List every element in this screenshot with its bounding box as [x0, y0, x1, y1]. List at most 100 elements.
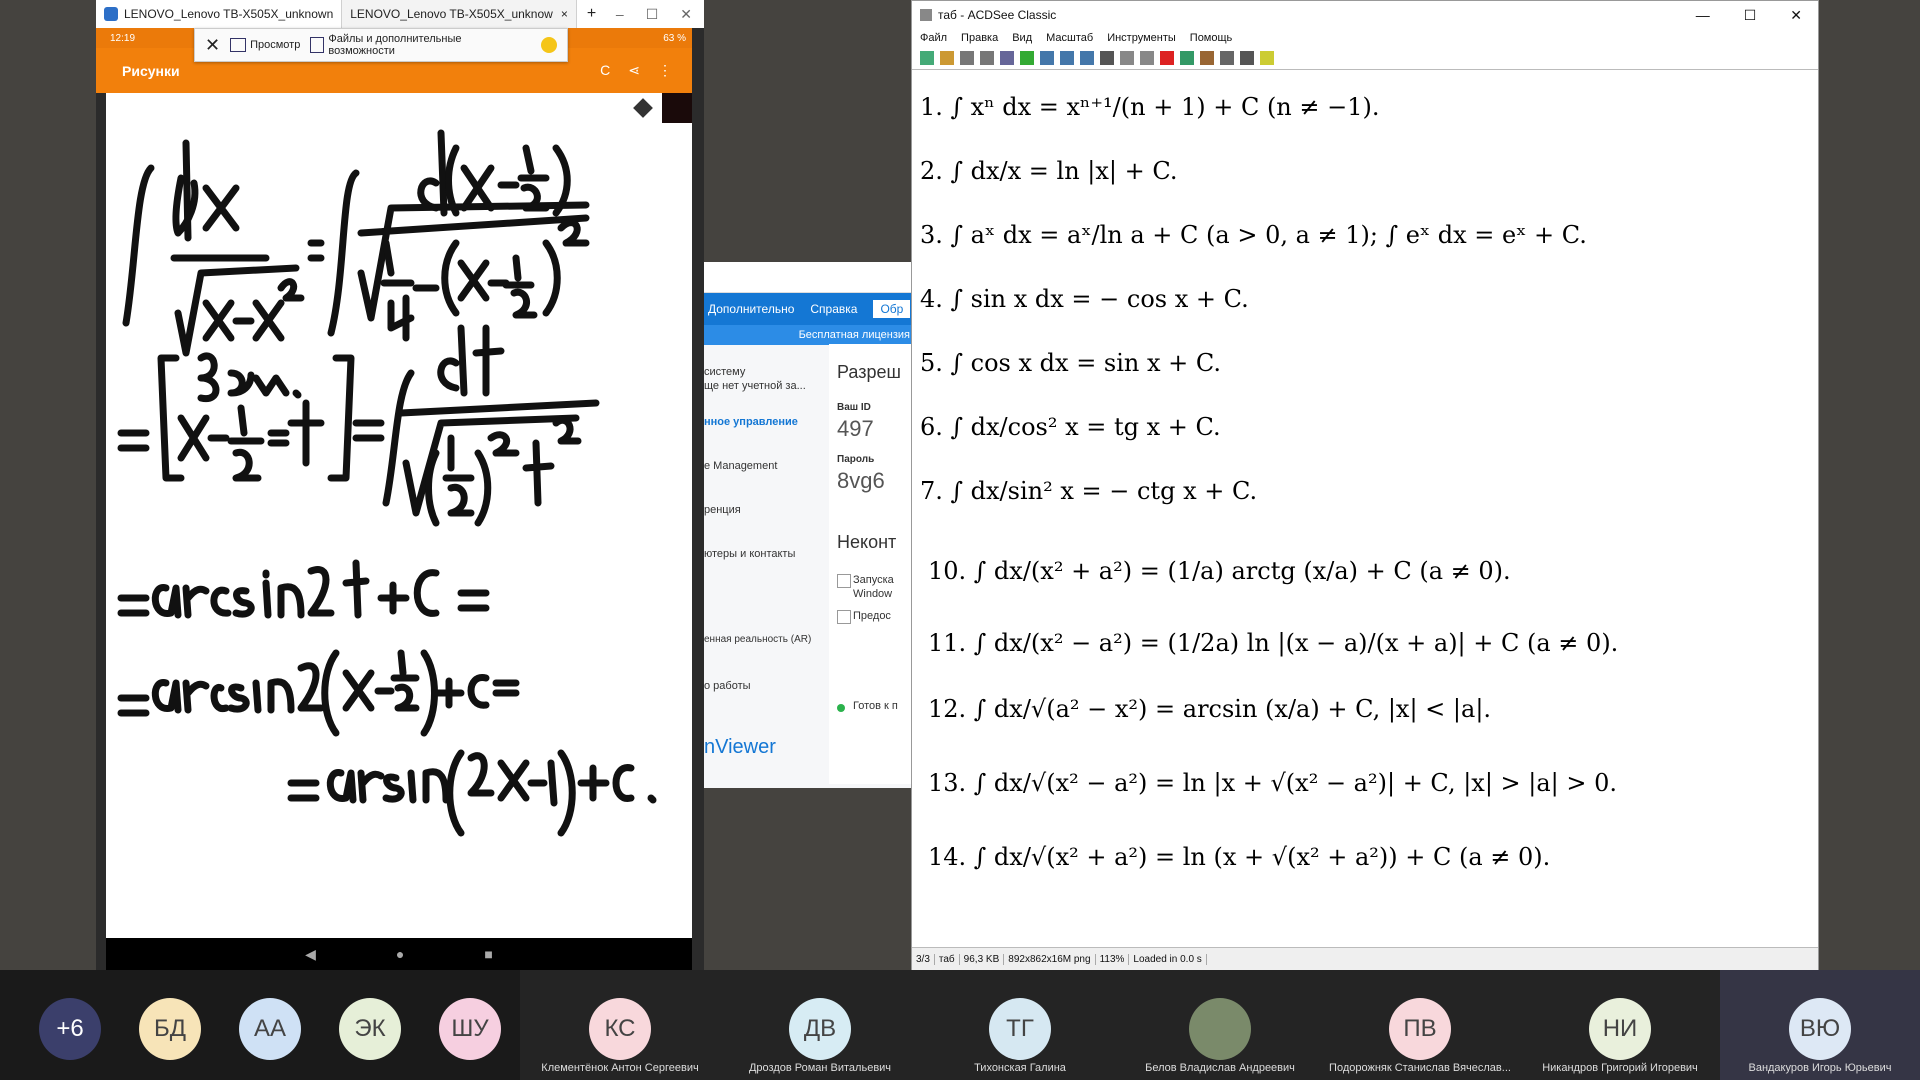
- open-icon[interactable]: [940, 51, 954, 65]
- formula-14: 14. ∫ dx/√(x² + a²) = ln (x + √(x² + a²)…: [928, 843, 1551, 871]
- back-icon[interactable]: [1240, 51, 1254, 65]
- acdsee-app-icon: [920, 9, 932, 21]
- view-menu[interactable]: Просмотр: [250, 39, 300, 51]
- minimize-button[interactable]: —: [1696, 7, 1710, 24]
- avatar: ПВ: [1389, 998, 1451, 1060]
- avatar: НИ: [1589, 998, 1651, 1060]
- grant-access-checkbox[interactable]: [837, 610, 851, 624]
- more-icon[interactable]: ⋮: [658, 62, 672, 79]
- remote-desktop-window: LENOVO_Lenovo TB-X505X_unknown LENOVO_Le…: [96, 0, 704, 970]
- tab-remote-1[interactable]: LENOVO_Lenovo TB-X505X_unknown: [96, 0, 343, 28]
- help-icon[interactable]: [1260, 51, 1274, 65]
- acdsee-menubar: Файл Правка Вид Масштаб Инструменты Помо…: [912, 29, 1818, 47]
- emoji-icon[interactable]: [541, 37, 558, 53]
- participant-tile[interactable]: КС Клементёнок Антон Сергеевич: [520, 970, 720, 1080]
- formula-6: 6. ∫ dx/cos² x = tg x + C.: [920, 413, 1221, 441]
- sidebar-item-management[interactable]: e Management: [704, 460, 777, 472]
- unattended-heading: Неконт: [837, 532, 897, 552]
- participant-tile[interactable]: ТГ Тихонская Галина: [920, 970, 1120, 1080]
- teamviewer-window: Дополнительно Справка Обр Бесплатная лиц…: [704, 262, 914, 788]
- zoom-fit-icon[interactable]: [1080, 51, 1094, 65]
- close-button[interactable]: ✕: [1790, 7, 1802, 24]
- files-icon[interactable]: [310, 37, 325, 53]
- participant-tile[interactable]: ПВ Подорожняк Станислав Вячеслав...: [1320, 970, 1520, 1080]
- minimize-button[interactable]: –: [616, 6, 624, 23]
- back-button[interactable]: ◀: [305, 946, 316, 963]
- participant-tile[interactable]: ЭК: [330, 970, 410, 1080]
- tools-icon[interactable]: [1220, 51, 1234, 65]
- paste-icon[interactable]: [1120, 51, 1134, 65]
- browse-icon[interactable]: [920, 51, 934, 65]
- maximize-button[interactable]: ☐: [646, 6, 659, 23]
- image-viewer[interactable]: 1. ∫ xⁿ dx = xⁿ⁺¹/(n + 1) + C (n ≠ −1). …: [914, 71, 1816, 945]
- next-icon[interactable]: [980, 51, 994, 65]
- recents-button[interactable]: ■: [484, 946, 492, 962]
- sidebar-item-meeting[interactable]: ренция: [704, 504, 741, 516]
- participant-name: Никандров Григорий Игоревич: [1542, 1062, 1698, 1074]
- sidebar-item-work[interactable]: о работы: [704, 680, 751, 692]
- files-menu[interactable]: Файлы и дополнительные возможности: [328, 33, 531, 57]
- participant-tile[interactable]: БД: [130, 970, 210, 1080]
- teamviewer-logo: nViewer: [704, 736, 776, 758]
- feedback-button[interactable]: Обр: [873, 300, 911, 318]
- formula-1: 1. ∫ xⁿ dx = xⁿ⁺¹/(n + 1) + C (n ≠ −1).: [920, 93, 1380, 121]
- start-with-windows-checkbox[interactable]: [837, 574, 851, 588]
- copy-icon[interactable]: [1000, 51, 1014, 65]
- home-button[interactable]: ●: [396, 946, 404, 962]
- sidebar-item-contacts[interactable]: ютеры и контакты: [704, 548, 795, 560]
- zoom-out-icon[interactable]: [1040, 51, 1054, 65]
- zoom-in-icon[interactable]: [1060, 51, 1074, 65]
- tab-close-icon[interactable]: ×: [561, 7, 568, 21]
- drawing-canvas[interactable]: [106, 93, 692, 938]
- menu-file[interactable]: Файл: [920, 32, 947, 44]
- close-button[interactable]: ✕: [680, 6, 692, 23]
- participant-tile[interactable]: Белов Владислав Андреевич: [1120, 970, 1320, 1080]
- menu-help[interactable]: Помощь: [1190, 32, 1233, 44]
- menu-zoom[interactable]: Масштаб: [1046, 32, 1093, 44]
- sidebar-item-signin[interactable]: систему: [704, 366, 745, 378]
- participant-more[interactable]: +6: [30, 970, 110, 1080]
- redo-icon[interactable]: C: [600, 62, 610, 79]
- share-icon[interactable]: ⋖: [628, 62, 640, 79]
- properties-icon[interactable]: [1180, 51, 1194, 65]
- cut-icon[interactable]: [1140, 51, 1154, 65]
- rotate-icon[interactable]: [1020, 51, 1034, 65]
- menu-tools[interactable]: Инструменты: [1107, 32, 1176, 44]
- print-icon[interactable]: [1100, 51, 1114, 65]
- delete-icon[interactable]: [1160, 51, 1174, 65]
- formula-11: 11. ∫ dx/(x² − a²) = (1/2a) ln |(x − a)/…: [928, 629, 1619, 657]
- formula-13: 13. ∫ dx/√(x² − a²) = ln |x + √(x² − a²)…: [928, 769, 1618, 797]
- avatar: ЭК: [339, 998, 401, 1060]
- maximize-button[interactable]: ☐: [1744, 7, 1757, 24]
- menu-edit[interactable]: Правка: [961, 32, 998, 44]
- prev-icon[interactable]: [960, 51, 974, 65]
- participant-tile[interactable]: ВЮ Вандакуров Игорь Юрьевич: [1720, 970, 1920, 1080]
- sidebar-item-remote-control[interactable]: нное управление: [704, 416, 798, 428]
- android-nav-bar: ◀ ● ■: [106, 938, 692, 970]
- teamviewer-titlebar: [704, 262, 914, 293]
- participant-name: Белов Владислав Андреевич: [1145, 1062, 1295, 1074]
- status-filename: таб: [935, 953, 960, 965]
- password-label: Пароль: [837, 454, 875, 465]
- view-icon[interactable]: [230, 38, 247, 52]
- tab-remote-2[interactable]: LENOVO_Lenovo TB-X505X_unknow ×: [342, 0, 577, 28]
- menu-view[interactable]: Вид: [1012, 32, 1032, 44]
- start-with-windows-label2: Window: [853, 588, 893, 600]
- menu-more[interactable]: Дополнительно: [708, 302, 794, 316]
- ready-status-dot: [837, 704, 845, 712]
- participant-tile[interactable]: ШУ: [430, 970, 510, 1080]
- menu-help[interactable]: Справка: [810, 302, 857, 316]
- browser-tabbar: LENOVO_Lenovo TB-X505X_unknown LENOVO_Le…: [96, 0, 704, 28]
- participant-name: Подорожняк Станислав Вячеслав...: [1329, 1062, 1511, 1074]
- status-time: 12:19: [110, 32, 136, 44]
- close-session-icon[interactable]: ✕: [205, 35, 220, 56]
- formula-2: 2. ∫ dx/x = ln |x| + C.: [920, 157, 1178, 185]
- new-tab-button[interactable]: +: [577, 5, 606, 23]
- participant-tile[interactable]: ДВ Дроздов Роман Витальевич: [720, 970, 920, 1080]
- slideshow-icon[interactable]: [1200, 51, 1214, 65]
- participant-tile[interactable]: АА: [230, 970, 310, 1080]
- formula-3: 3. ∫ aˣ dx = aˣ/ln a + C (a > 0, a ≠ 1);…: [920, 221, 1587, 249]
- sidebar-item-account[interactable]: ще нет учетной за...: [704, 380, 806, 392]
- participant-tile[interactable]: НИ Никандров Григорий Игоревич: [1520, 970, 1720, 1080]
- sidebar-item-ar[interactable]: енная реальность (AR): [704, 634, 811, 645]
